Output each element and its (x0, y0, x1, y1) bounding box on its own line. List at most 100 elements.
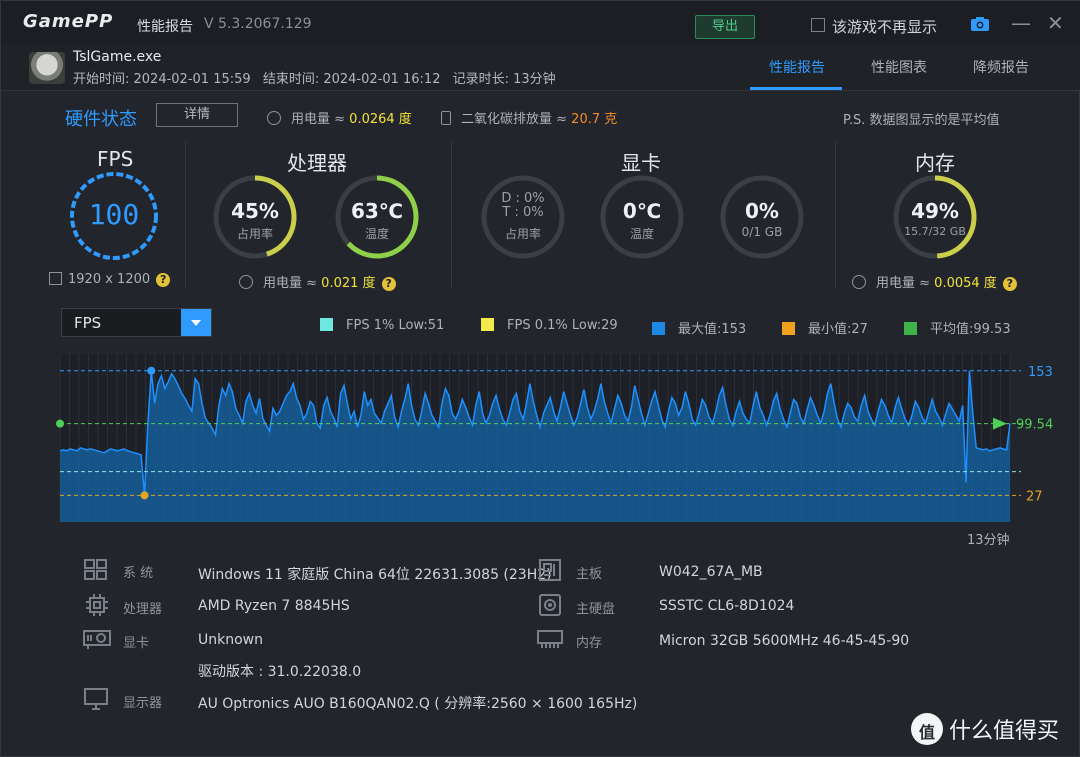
camera-icon[interactable] (970, 16, 990, 32)
chart-duration: 13分钟 (967, 533, 1010, 548)
tab-throttle-report[interactable]: 降频报告 (973, 57, 1029, 77)
legend-swatch (320, 318, 333, 331)
watermark: 什么值得买 (911, 713, 1059, 745)
watermark-text: 什么值得买 (949, 719, 1060, 744)
fps-gauge: 100 (69, 171, 159, 261)
legend-swatch (652, 322, 665, 335)
power-value: 0.0264 度 (349, 112, 412, 127)
total-power: 用电量 ≈ 0.0264 度 (267, 108, 412, 127)
legend-min: 最小值:27 (782, 318, 868, 337)
resolution-value: 1920 x 1200 (68, 272, 151, 287)
motherboard-icon (539, 559, 561, 581)
cpu-key: 处理器 (123, 602, 163, 617)
cpu-icon (86, 594, 108, 616)
leaf-icon (441, 111, 451, 125)
cpu-temp-label: 温度 (364, 227, 389, 241)
close-icon[interactable]: ✕ (1047, 11, 1064, 35)
system-value: Windows 11 家庭版 China 64位 22631.3085 (23H… (198, 567, 552, 583)
help-icon[interactable]: ? (381, 277, 396, 291)
metric-select[interactable]: FPS (61, 308, 212, 337)
disk-icon (539, 594, 561, 616)
legend-1pct-low: FPS 1% Low:51 (320, 318, 444, 333)
gpu-t-usage: T : 0% (502, 205, 544, 220)
motherboard-key: 主板 (576, 567, 603, 582)
max-point (147, 366, 156, 375)
screen-icon (49, 272, 62, 285)
legend-label: 平均值:99.53 (930, 322, 1011, 337)
cpu-power-prefix: 用电量 ≈ (263, 276, 322, 291)
min-label: 27 (1026, 489, 1043, 504)
active-tab-indicator (750, 87, 842, 90)
dont-show-checkbox[interactable] (811, 18, 825, 32)
legend-swatch (481, 318, 494, 331)
fps-section-title: FPS (97, 147, 134, 171)
cpu-usage-label: 占用率 (236, 227, 273, 241)
minimize-icon[interactable]: — (1011, 11, 1031, 35)
resolution: 1920 x 1200? (49, 272, 171, 287)
legend-max: 最大值:153 (652, 318, 746, 337)
gpu-section-title: 显卡 (621, 151, 661, 175)
export-button[interactable]: 导出 (695, 15, 755, 39)
chevron-down-icon[interactable] (181, 309, 211, 336)
windows-icon (84, 559, 107, 580)
gpu-key: 显卡 (123, 636, 150, 651)
divider (835, 141, 836, 289)
cpu-power-value: 0.021 度 (321, 276, 376, 291)
cpu-section-title: 处理器 (287, 151, 347, 175)
legend-swatch (904, 322, 917, 335)
max-label: 153 (1028, 365, 1053, 380)
disk-value: SSSTC CL6-8D1024 (659, 598, 795, 614)
avg-point (56, 419, 64, 428)
memory-key: 内存 (576, 636, 603, 651)
end-time: 结束时间: 2024-02-01 16:12 (262, 72, 441, 87)
watermark-logo (911, 713, 943, 745)
cpu-temp-gauge: 63℃ 温度 (333, 173, 421, 261)
app-window: GamePP 性能报告 V 5.3.2067.129 导出 该游戏不再显示 — … (0, 0, 1080, 757)
power-prefix: 用电量 ≈ (291, 112, 350, 127)
min-point (140, 491, 149, 500)
co2-emission: 二氧化碳排放量 ≈ 20.7 克 (441, 108, 617, 127)
monitor-value: AU Optronics AUO B160QAN02.Q ( 分辨率:2560 … (198, 696, 638, 712)
metric-select-value: FPS (74, 314, 102, 332)
tab-performance-chart[interactable]: 性能图表 (871, 57, 927, 77)
duration: 记录时长: 13分钟 (452, 72, 556, 87)
gpu-icon (83, 630, 111, 649)
average-note: P.S. 数据图显示的是平均值 (843, 113, 1000, 128)
title-bar: GamePP 性能报告 V 5.3.2067.129 导出 该游戏不再显示 — … (1, 1, 1080, 43)
cpu-usage-gauge: 45% 占用率 (211, 173, 299, 261)
memory-power-prefix: 用电量 ≈ (876, 276, 935, 291)
gpu-usage-label: 占用率 (504, 227, 541, 241)
gpu-temp-gauge: 0℃ 温度 (598, 173, 686, 261)
gpu-temp-label: 温度 (629, 227, 654, 241)
avg-label: 99.54 (1016, 418, 1053, 433)
dont-show-label[interactable]: 该游戏不再显示 (832, 16, 937, 37)
tab-performance-report[interactable]: 性能报告 (769, 57, 825, 77)
legend-label: FPS 0.1% Low:29 (507, 318, 618, 333)
session-header: TslGame.exe 开始时间: 2024-02-01 15:59 结束时间:… (1, 43, 1080, 91)
cpu-power: 用电量 ≈ 0.021 度? (239, 272, 396, 291)
motherboard-value: W042_67A_MB (659, 564, 763, 580)
cpu-temp-value: 63℃ (350, 199, 404, 223)
system-key: 系 统 (123, 566, 154, 581)
memory-usage-gauge: 49% 15.7/32 GB (891, 173, 979, 261)
help-icon[interactable]: ? (156, 273, 171, 287)
co2-value: 20.7 克 (571, 112, 618, 127)
app-logo: GamePP (23, 11, 114, 32)
game-avatar (29, 52, 65, 84)
gpu-value: Unknown (198, 632, 263, 648)
gpu-vram-label: 0/1 GB (741, 225, 783, 239)
power-icon (239, 275, 253, 289)
memory-power: 用电量 ≈ 0.0054 度? (852, 272, 1017, 291)
gpu-vram-value: 0% (745, 199, 779, 223)
legend-01pct-low: FPS 0.1% Low:29 (481, 318, 618, 333)
power-icon (852, 275, 866, 289)
disk-key: 主硬盘 (576, 602, 616, 617)
memory-usage-label: 15.7/32 GB (904, 225, 966, 238)
monitor-icon (84, 688, 108, 710)
details-button[interactable]: 详情 (156, 103, 238, 127)
monitor-key: 显示器 (123, 696, 163, 711)
app-version: V 5.3.2067.129 (204, 16, 312, 32)
start-time: 开始时间: 2024-02-01 15:59 (73, 72, 251, 87)
help-icon[interactable]: ? (1002, 277, 1017, 291)
gpu-temp-value: 0℃ (622, 199, 662, 223)
